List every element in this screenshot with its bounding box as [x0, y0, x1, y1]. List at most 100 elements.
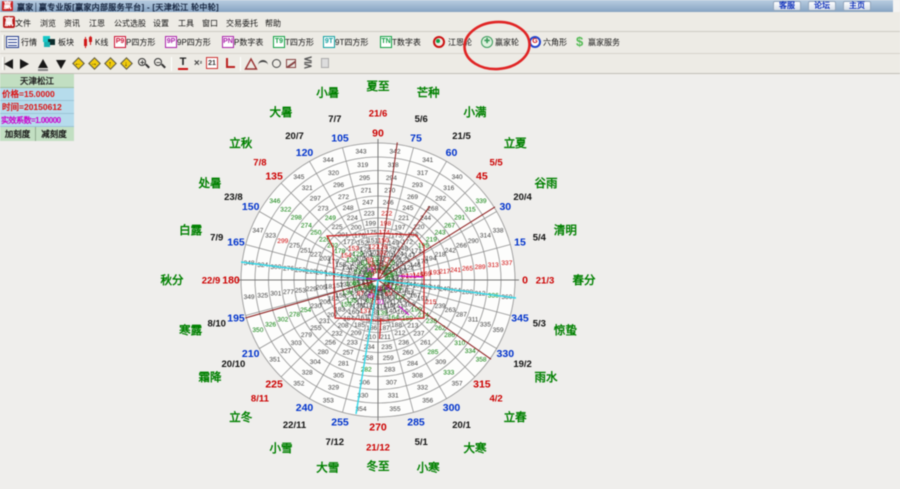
svg-text:174: 174: [379, 229, 390, 236]
svg-text:312: 312: [475, 291, 486, 298]
svg-text:341: 341: [422, 157, 433, 164]
svg-text:314: 314: [480, 233, 491, 240]
svg-text:352: 352: [293, 380, 304, 387]
svg-text:43: 43: [376, 290, 384, 297]
svg-text:223: 223: [364, 211, 375, 218]
svg-text:198: 198: [380, 220, 391, 227]
svg-text:190: 190: [411, 307, 422, 314]
svg-text:6: 6: [377, 268, 381, 275]
svg-text:247: 247: [362, 200, 373, 207]
svg-text:344: 344: [323, 157, 334, 164]
svg-text:5/4: 5/4: [533, 232, 547, 243]
svg-text:239: 239: [435, 303, 446, 310]
svg-text:264: 264: [450, 287, 461, 294]
svg-text:200: 200: [351, 224, 362, 231]
svg-text:136: 136: [352, 304, 363, 311]
svg-text:346: 346: [269, 198, 280, 205]
svg-text:21: 21: [380, 285, 388, 292]
svg-text:58: 58: [361, 267, 369, 274]
svg-text:雨水: 雨水: [535, 370, 558, 384]
svg-text:296: 296: [333, 182, 344, 189]
svg-text:213: 213: [407, 323, 418, 330]
svg-text:131: 131: [342, 265, 353, 272]
svg-text:夏至: 夏至: [367, 80, 390, 93]
svg-text:123: 123: [399, 257, 410, 264]
svg-text:96: 96: [396, 280, 404, 287]
svg-text:235: 235: [381, 344, 392, 351]
svg-text:144: 144: [405, 282, 416, 289]
svg-text:169: 169: [420, 271, 431, 278]
svg-text:310: 310: [454, 340, 465, 347]
svg-text:61: 61: [357, 280, 365, 287]
svg-text:53: 53: [381, 261, 389, 268]
svg-text:158: 158: [335, 293, 346, 300]
svg-text:242: 242: [445, 247, 456, 254]
svg-text:24: 24: [384, 278, 392, 285]
svg-text:297: 297: [310, 196, 321, 203]
svg-text:142: 142: [399, 297, 410, 304]
svg-text:44: 44: [379, 289, 387, 296]
svg-text:128: 128: [360, 247, 371, 254]
svg-text:霜降: 霜降: [198, 370, 222, 384]
svg-text:180: 180: [222, 275, 240, 287]
svg-text:168: 168: [412, 283, 423, 290]
svg-text:9: 9: [371, 270, 375, 277]
svg-text:183: 183: [334, 307, 345, 314]
svg-text:295: 295: [359, 175, 370, 182]
svg-text:260: 260: [402, 350, 413, 357]
svg-text:355: 355: [389, 406, 400, 413]
svg-text:127: 127: [368, 244, 379, 251]
svg-text:4/2: 4/2: [489, 394, 502, 405]
svg-text:71: 71: [390, 284, 398, 291]
svg-text:318: 318: [388, 162, 399, 169]
svg-text:15: 15: [514, 237, 526, 249]
svg-text:51: 51: [388, 267, 396, 274]
svg-text:337: 337: [501, 260, 512, 267]
svg-text:225: 225: [332, 224, 343, 231]
svg-text:25: 25: [387, 276, 395, 283]
svg-text:244: 244: [420, 215, 431, 222]
svg-text:276: 276: [283, 265, 294, 272]
svg-text:230: 230: [310, 303, 321, 310]
svg-text:274: 274: [301, 222, 312, 229]
svg-text:248: 248: [343, 205, 354, 212]
svg-text:86: 86: [354, 286, 362, 293]
svg-text:212: 212: [394, 330, 405, 337]
svg-text:55: 55: [372, 260, 380, 267]
svg-text:21/3: 21/3: [536, 276, 555, 287]
svg-text:175: 175: [366, 229, 377, 236]
svg-text:152: 152: [357, 240, 368, 247]
svg-text:266: 266: [456, 243, 467, 250]
svg-text:299: 299: [277, 238, 288, 245]
svg-text:84: 84: [353, 274, 361, 281]
svg-text:17: 17: [371, 286, 379, 293]
svg-text:222: 222: [381, 211, 392, 218]
svg-text:345: 345: [511, 313, 529, 325]
svg-text:60: 60: [357, 275, 365, 282]
svg-text:207: 207: [327, 312, 338, 319]
svg-text:304: 304: [310, 359, 321, 366]
svg-text:140: 140: [385, 308, 396, 315]
svg-text:146: 146: [410, 262, 421, 269]
svg-text:21/12: 21/12: [366, 443, 390, 454]
svg-text:338: 338: [493, 228, 504, 235]
svg-text:306: 306: [359, 379, 370, 386]
svg-text:8/11: 8/11: [251, 394, 270, 405]
svg-text:135: 135: [265, 171, 283, 183]
svg-text:137: 137: [360, 308, 371, 315]
svg-text:52: 52: [385, 264, 393, 271]
svg-text:301: 301: [270, 291, 281, 298]
svg-text:121: 121: [405, 273, 416, 280]
svg-text:14: 14: [366, 281, 374, 288]
svg-text:157: 157: [333, 283, 344, 290]
svg-text:228: 228: [306, 268, 317, 275]
svg-text:192: 192: [420, 284, 431, 291]
svg-text:354: 354: [355, 406, 366, 413]
svg-text:268: 268: [427, 206, 438, 213]
svg-text:2: 2: [385, 274, 389, 281]
svg-text:348: 348: [244, 260, 255, 267]
svg-text:21/5: 21/5: [452, 131, 471, 142]
svg-text:182: 182: [328, 296, 339, 303]
svg-text:120: 120: [399, 281, 410, 288]
svg-text:62: 62: [358, 284, 366, 291]
